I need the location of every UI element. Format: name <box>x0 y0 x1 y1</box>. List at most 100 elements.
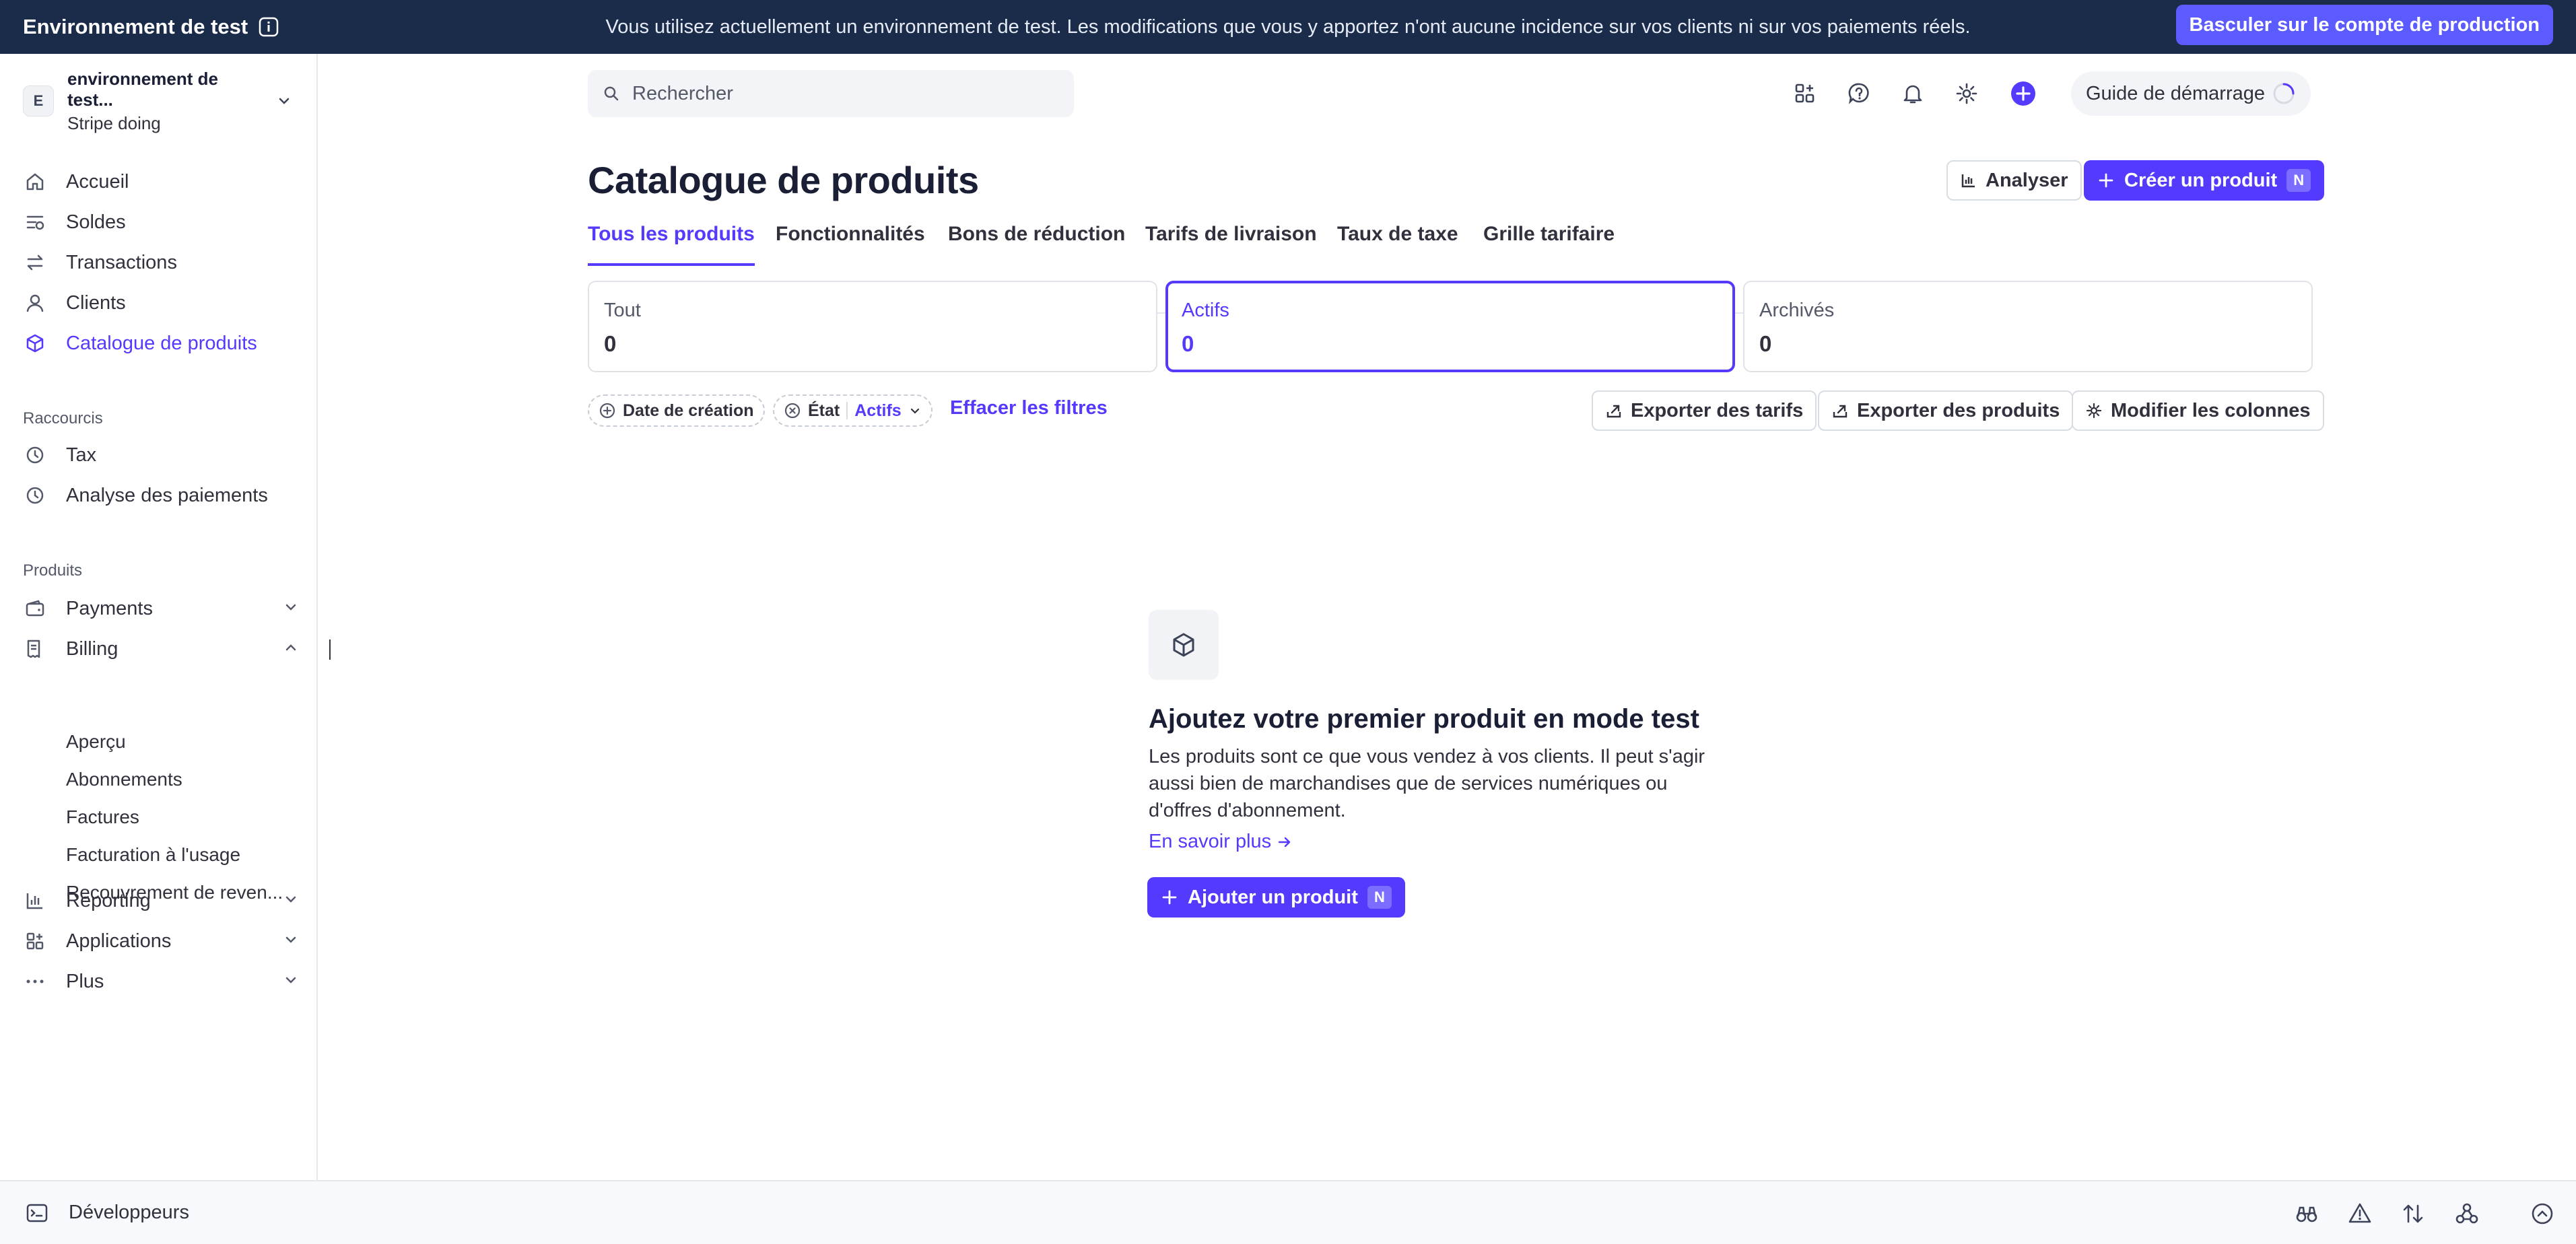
app-frame: E environnement de test... Stripe doing … <box>0 54 2576 1244</box>
keyboard-shortcut-badge: N <box>1367 886 1392 909</box>
create-plus-icon[interactable] <box>2009 79 2037 108</box>
clock-icon <box>23 443 47 467</box>
stat-card-tout[interactable]: Tout 0 <box>588 281 1157 372</box>
sidebar-subitem-abonnements[interactable]: Abonnements <box>66 764 182 795</box>
plus-icon <box>1161 889 1178 906</box>
chevron-up-circle-icon[interactable] <box>2529 1200 2556 1227</box>
stat-value: 0 <box>1759 331 1772 356</box>
sort-arrows-icon[interactable] <box>2400 1200 2427 1227</box>
sidebar-item-label: Soldes <box>66 211 126 233</box>
terminal-icon <box>26 1202 48 1224</box>
sidebar-item-transactions[interactable]: Transactions <box>23 245 299 280</box>
account-name: environnement de test... <box>67 68 218 110</box>
export-products-button[interactable]: Exporter des produits <box>1818 390 2074 431</box>
apps-grid-icon[interactable] <box>1791 79 1819 108</box>
bottom-bar: Développeurs <box>0 1180 2576 1244</box>
sidebar-item-label: Analyse des paiements <box>66 484 268 506</box>
tab-fonctionnalites[interactable]: Fonctionnalités <box>776 223 925 266</box>
sidebar-item-label: Billing <box>66 637 118 660</box>
sidebar-item-clients[interactable]: Clients <box>23 285 299 320</box>
search-placeholder: Rechercher <box>632 82 733 104</box>
export-prices-label: Exporter des tarifs <box>1631 399 1804 421</box>
webhook-icon[interactable] <box>2453 1200 2480 1227</box>
switch-to-production-button[interactable]: Basculer sur le compte de production <box>2175 5 2553 45</box>
keyboard-shortcut-badge: N <box>2286 169 2311 192</box>
help-icon[interactable] <box>1845 79 1873 108</box>
sidebar-item-soldes[interactable]: Soldes <box>23 205 299 240</box>
export-prices-button[interactable]: Exporter des tarifs <box>1592 390 1817 431</box>
stat-card-archives[interactable]: Archivés 0 <box>1743 281 2313 372</box>
bell-icon[interactable] <box>1899 79 1927 108</box>
transactions-icon <box>23 250 47 275</box>
sidebar-item-plus[interactable]: Plus <box>23 964 299 999</box>
apps-icon <box>23 929 47 953</box>
sidebar-item-label: Catalogue de produits <box>66 332 257 354</box>
info-icon[interactable] <box>259 17 279 37</box>
sidebar-item-catalogue[interactable]: Catalogue de produits <box>23 326 299 361</box>
create-product-button[interactable]: Créer un produit N <box>2084 160 2325 201</box>
warning-icon[interactable] <box>2346 1200 2373 1227</box>
chevron-down-icon <box>283 972 299 988</box>
sidebar-item-payments[interactable]: Payments <box>23 591 299 626</box>
create-product-label: Créer un produit <box>2124 169 2278 191</box>
sidebar-item-analyse-paiements[interactable]: Analyse des paiements <box>23 478 299 513</box>
add-product-button[interactable]: Ajouter un produit N <box>1147 877 1405 918</box>
search-input[interactable]: Rechercher <box>588 70 1074 117</box>
sidebar-item-label: Tax <box>66 444 97 466</box>
tab-bons-de-reduction[interactable]: Bons de réduction <box>948 223 1125 266</box>
chevron-down-icon <box>283 891 299 907</box>
sidebar-item-reporting[interactable]: Reporting <box>23 883 299 918</box>
wallet-icon <box>23 596 47 621</box>
home-icon <box>23 170 47 194</box>
gear-icon <box>2085 402 2103 419</box>
export-icon <box>1831 402 1849 419</box>
analyze-button[interactable]: Analyser <box>1946 160 2082 201</box>
sidebar-item-tax[interactable]: Tax <box>23 438 299 473</box>
chevron-down-icon <box>908 404 922 417</box>
chevron-down-icon <box>276 93 292 109</box>
sidebar-item-accueil[interactable]: Accueil <box>23 164 299 199</box>
test-mode-banner: Environnement de test Vous utilisez actu… <box>0 0 2576 54</box>
more-icon <box>23 969 47 994</box>
sidebar-subitem-factures[interactable]: Factures <box>66 802 139 833</box>
tab-tarifs-de-livraison[interactable]: Tarifs de livraison <box>1145 223 1317 266</box>
stat-label: Actifs <box>1182 300 1229 321</box>
sidebar-subitem-apercu[interactable]: Aperçu <box>66 726 126 757</box>
clear-filters-link[interactable]: Effacer les filtres <box>950 397 1108 419</box>
filter-value: Actifs <box>854 401 902 420</box>
add-product-label: Ajouter un produit <box>1188 886 1358 908</box>
tab-tous-les-produits[interactable]: Tous les produits <box>588 223 755 266</box>
sidebar-item-label: Plus <box>66 970 104 992</box>
learn-more-link[interactable]: En savoir plus <box>1149 831 1293 853</box>
tab-taux-de-taxe[interactable]: Taux de taxe <box>1337 223 1458 266</box>
stat-card-actifs[interactable]: Actifs 0 <box>1165 281 1735 372</box>
filter-date-de-creation[interactable]: Date de création <box>588 394 765 427</box>
chevron-down-icon <box>283 599 299 615</box>
chart-icon <box>23 889 47 913</box>
gear-icon[interactable] <box>1953 79 1981 108</box>
filter-label: État <box>808 401 840 420</box>
edit-columns-button[interactable]: Modifier les colonnes <box>2072 390 2324 431</box>
sidebar-item-label: Transactions <box>66 251 177 273</box>
filter-label: Date de création <box>623 401 754 420</box>
page-title: Catalogue de produits <box>588 159 979 201</box>
developers-link[interactable]: Développeurs <box>26 1202 189 1224</box>
banner-title: Environnement de test <box>23 15 279 39</box>
sidebar: E environnement de test... Stripe doing … <box>0 54 318 1180</box>
edit-columns-label: Modifier les colonnes <box>2111 399 2311 421</box>
empty-state-icon <box>1149 610 1219 680</box>
sidebar-item-label: Payments <box>66 597 153 619</box>
banner-title-text: Environnement de test <box>23 15 248 38</box>
account-switcher[interactable]: E environnement de test... Stripe doing <box>23 69 292 133</box>
sidebar-subitem-facturation-usage[interactable]: Facturation à l'usage <box>66 839 240 870</box>
text-cursor <box>329 640 331 660</box>
arrow-right-icon <box>1277 834 1293 850</box>
tab-grille-tarifaire[interactable]: Grille tarifaire <box>1483 223 1615 266</box>
guide-label: Guide de démarrage <box>2086 82 2265 104</box>
getting-started-guide-button[interactable]: Guide de démarrage <box>2071 71 2311 116</box>
sidebar-item-applications[interactable]: Applications <box>23 924 299 959</box>
binoculars-icon[interactable] <box>2293 1200 2320 1227</box>
sidebar-item-billing[interactable]: Billing <box>23 631 299 666</box>
sidebar-item-label: Applications <box>66 930 172 952</box>
filter-etat[interactable]: État Actifs <box>773 394 933 427</box>
